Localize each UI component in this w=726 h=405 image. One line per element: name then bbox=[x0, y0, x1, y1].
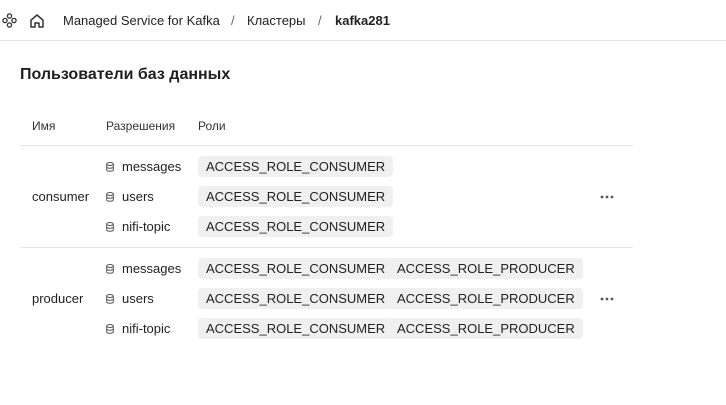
role-badge: ACCESS_ROLE_CONSUMER bbox=[198, 216, 394, 237]
breadcrumb-separator: / bbox=[318, 13, 322, 28]
topic-name: users bbox=[122, 189, 154, 204]
breadcrumb-current: kafka281 bbox=[335, 13, 390, 28]
user-name: producer bbox=[32, 291, 84, 306]
database-icon bbox=[106, 324, 114, 334]
role-badge: ACCESS_ROLE_CONSUMER bbox=[198, 258, 394, 279]
topic-name: users bbox=[122, 291, 154, 306]
services-icon[interactable] bbox=[2, 13, 17, 28]
role-badge: ACCESS_ROLE_PRODUCER bbox=[389, 288, 583, 309]
breadcrumb-clusters[interactable]: Кластеры bbox=[247, 13, 306, 29]
database-icon bbox=[106, 222, 114, 232]
table-divider bbox=[20, 247, 633, 248]
home-icon[interactable] bbox=[29, 13, 45, 29]
top-bar: Managed Service for Kafka / Кластеры / k… bbox=[0, 0, 726, 41]
role-badge: ACCESS_ROLE_CONSUMER bbox=[198, 186, 394, 207]
database-icon bbox=[106, 264, 114, 274]
breadcrumb-service[interactable]: Managed Service for Kafka bbox=[63, 13, 220, 29]
role-badge: ACCESS_ROLE_CONSUMER bbox=[198, 288, 394, 309]
database-icon bbox=[106, 162, 114, 172]
column-header-permissions: Разрешения bbox=[106, 119, 176, 133]
role-badge: ACCESS_ROLE_PRODUCER bbox=[389, 318, 583, 339]
more-icon bbox=[600, 297, 614, 301]
database-icon bbox=[106, 192, 114, 202]
page-title: Пользователи баз данных bbox=[20, 66, 231, 83]
breadcrumb-separator: / bbox=[231, 13, 235, 28]
row-actions-button[interactable] bbox=[596, 293, 618, 305]
column-header-roles: Роли bbox=[198, 119, 226, 133]
user-name: consumer bbox=[32, 189, 90, 204]
row-actions-button[interactable] bbox=[596, 191, 618, 203]
more-icon bbox=[600, 195, 614, 199]
role-badge: ACCESS_ROLE_CONSUMER bbox=[198, 318, 394, 339]
column-header-name: Имя bbox=[32, 119, 56, 133]
database-icon bbox=[106, 294, 114, 304]
table-divider bbox=[20, 145, 633, 146]
topic-name: nifi-topic bbox=[122, 321, 171, 336]
role-badge: ACCESS_ROLE_PRODUCER bbox=[389, 258, 583, 279]
role-badge: ACCESS_ROLE_CONSUMER bbox=[198, 156, 394, 177]
topic-name: nifi-topic bbox=[122, 219, 171, 234]
topic-name: messages bbox=[122, 261, 182, 276]
topic-name: messages bbox=[122, 159, 182, 174]
